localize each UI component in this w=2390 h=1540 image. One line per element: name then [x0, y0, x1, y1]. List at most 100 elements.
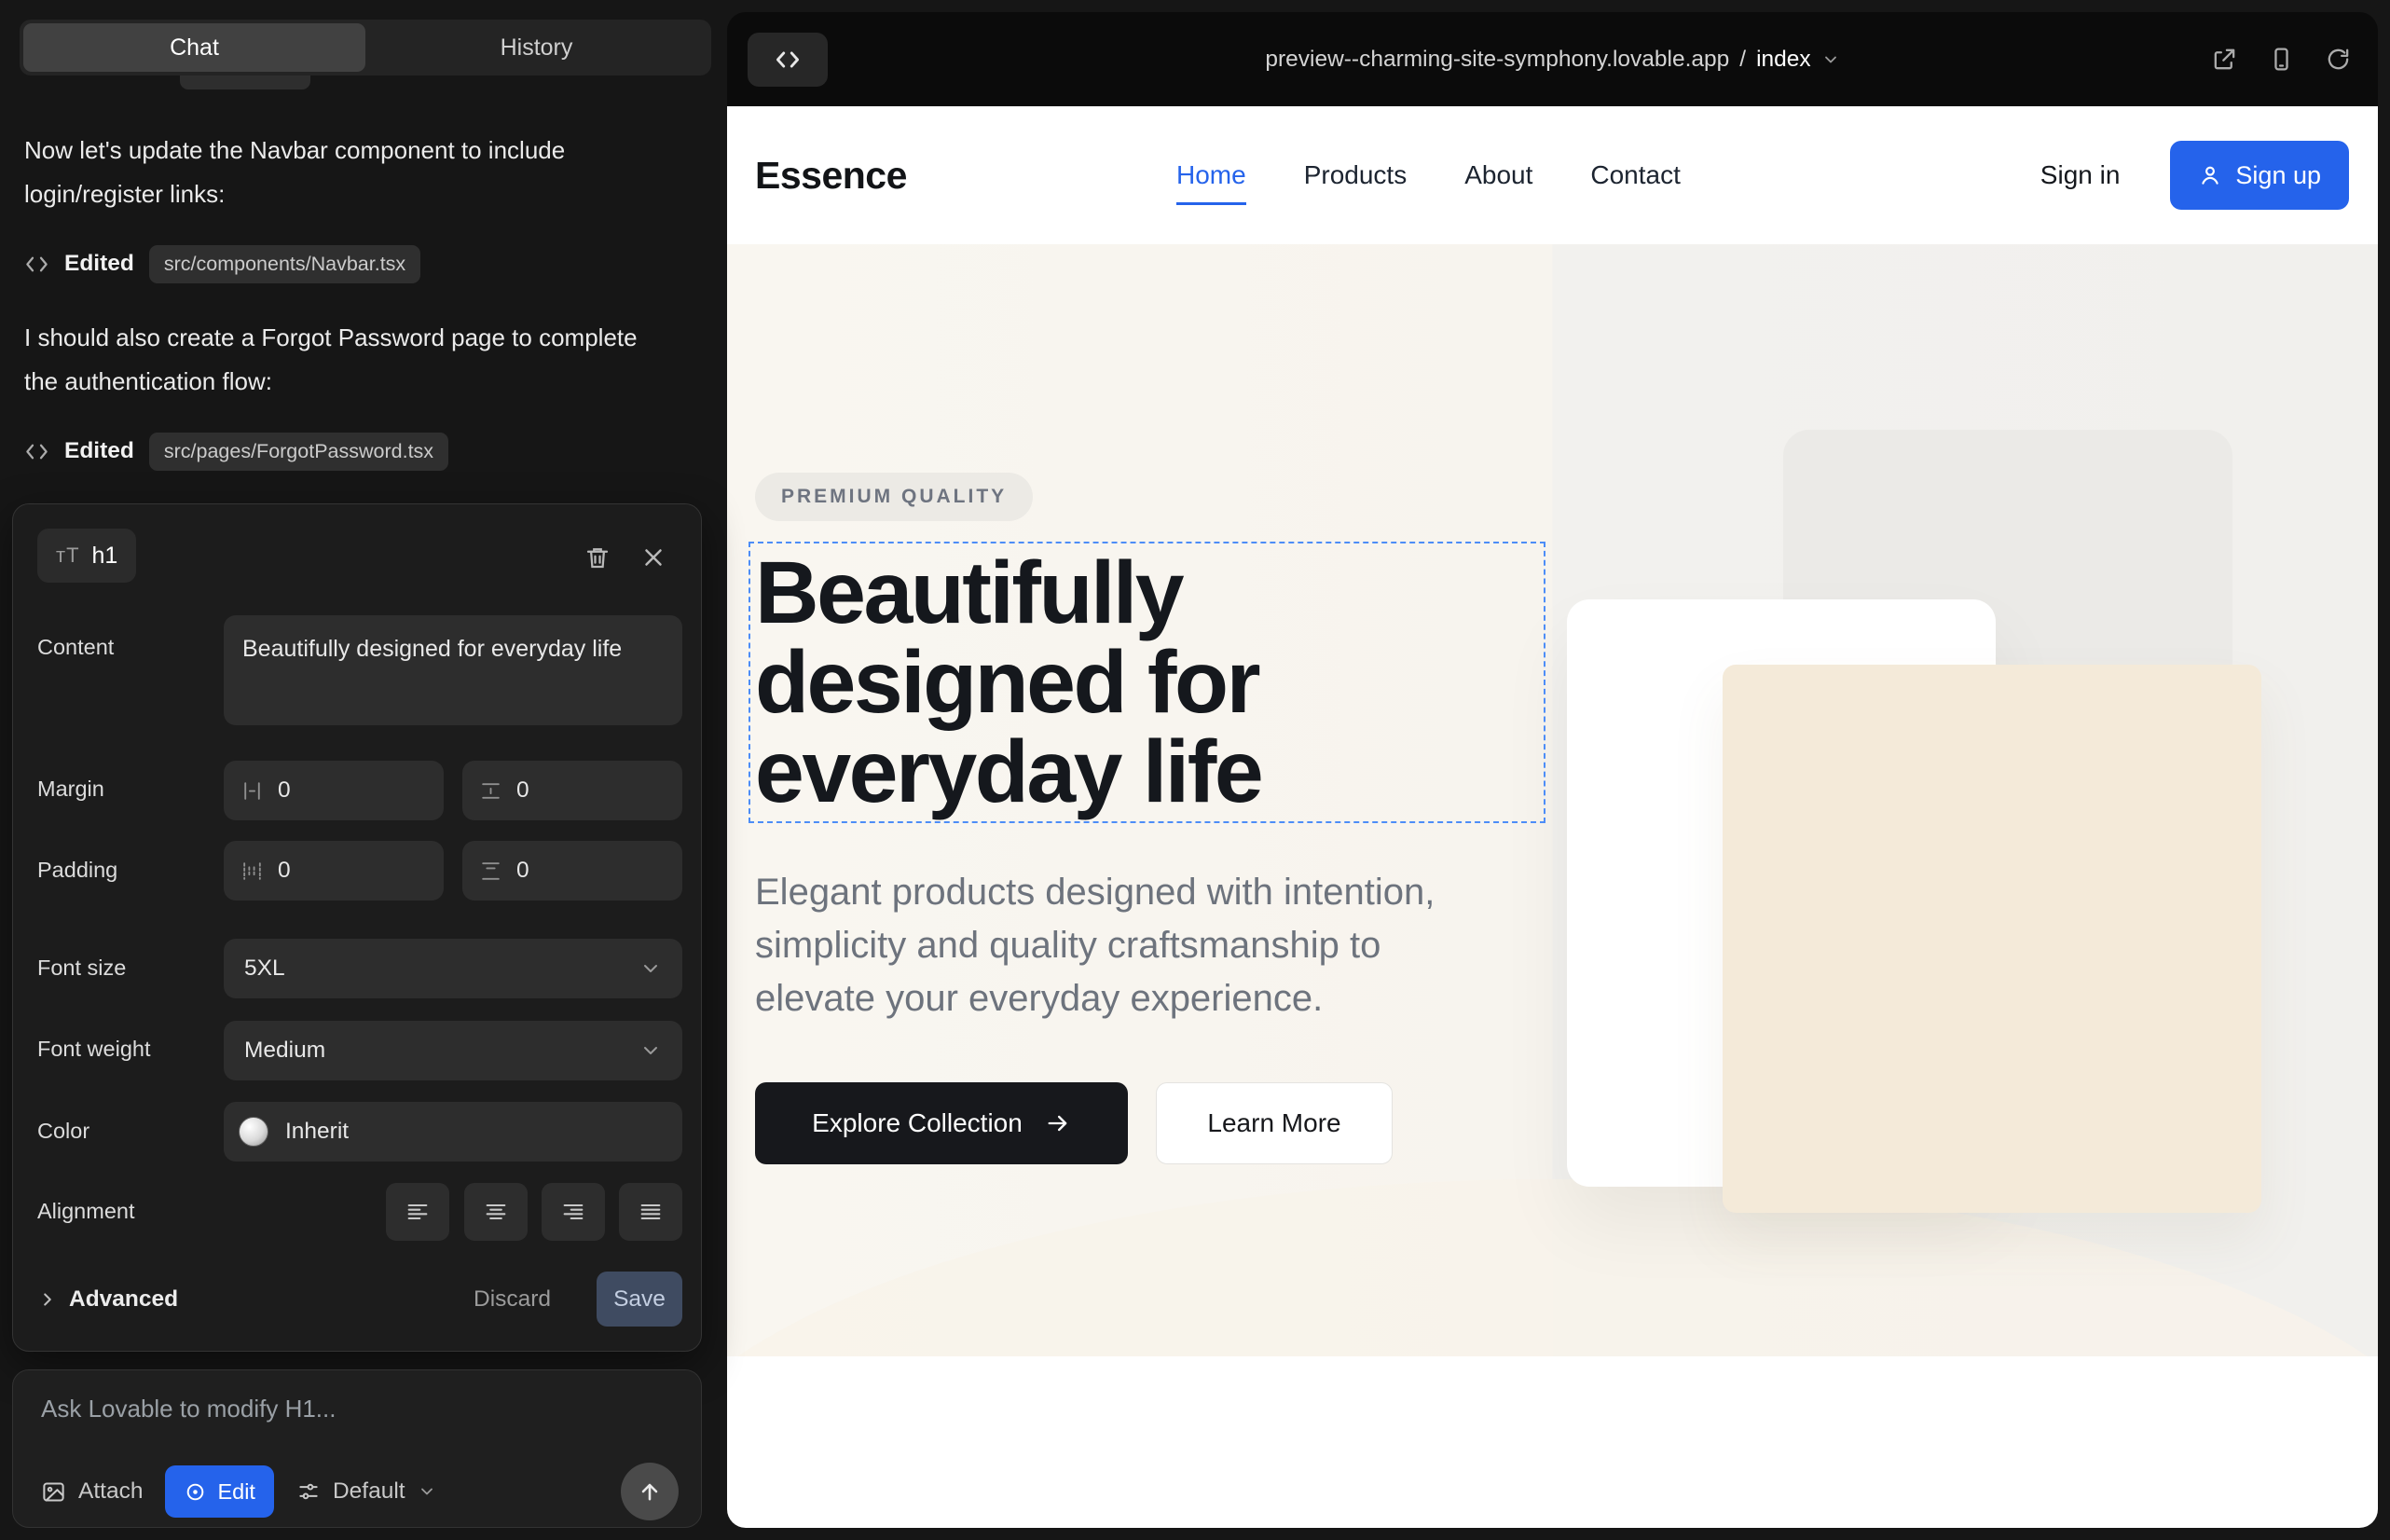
sliders-icon [296, 1479, 321, 1504]
font-size-value: 5XL [244, 956, 285, 982]
headline-line: everyday life [755, 727, 1261, 817]
url-path: index [1756, 47, 1811, 73]
align-right-button[interactable] [542, 1183, 605, 1241]
text-type-icon: ᴛT [56, 543, 80, 568]
padding-horizontal-icon [240, 859, 264, 883]
advanced-toggle[interactable]: Advanced [37, 1272, 178, 1327]
send-button[interactable] [621, 1463, 679, 1520]
file-chip-navbar[interactable]: src/components/Navbar.tsx [149, 245, 420, 283]
margin-horizontal-input[interactable]: 0 [224, 761, 444, 820]
margin-vertical-value: 0 [516, 777, 529, 804]
nav-link-home[interactable]: Home [1176, 160, 1246, 190]
code-icon [24, 439, 49, 464]
explore-collection-button[interactable]: Explore Collection [755, 1082, 1128, 1164]
discard-button[interactable]: Discard [474, 1272, 551, 1327]
explore-collection-label: Explore Collection [812, 1108, 1023, 1138]
open-external-icon[interactable] [2211, 46, 2238, 73]
font-weight-select[interactable]: Medium [224, 1021, 682, 1080]
element-editor-panel: ᴛT h1 Content Beautifully designed for e… [12, 503, 702, 1352]
model-selector[interactable]: Default [296, 1478, 436, 1505]
delete-element-button[interactable] [578, 538, 617, 577]
tab-history[interactable]: History [365, 23, 707, 72]
chat-input[interactable] [41, 1395, 619, 1423]
site-logo[interactable]: Essence [755, 106, 907, 244]
preview-browser-window: preview--charming-site-symphony.lovable.… [727, 12, 2378, 1528]
padding-horizontal-input[interactable]: 0 [224, 841, 444, 901]
save-button[interactable]: Save [597, 1272, 682, 1327]
chat-composer: Attach Edit Default [12, 1369, 702, 1528]
refresh-icon[interactable] [2325, 46, 2352, 73]
padding-horizontal-value: 0 [278, 858, 291, 884]
alignment-label: Alignment [37, 1199, 135, 1224]
chat-history-tabs: Chat History [20, 20, 711, 76]
chevron-down-icon [639, 1039, 662, 1062]
sign-up-label: Sign up [2235, 161, 2321, 190]
mobile-preview-icon[interactable] [2268, 46, 2295, 73]
edit-mode-button[interactable]: Edit [165, 1465, 274, 1518]
attach-label: Attach [78, 1478, 143, 1505]
nav-link-products[interactable]: Products [1304, 160, 1408, 190]
arrow-right-icon [1045, 1110, 1071, 1136]
user-icon [2198, 163, 2222, 187]
site-navbar: Essence Home Products About Contact Sign… [727, 106, 2378, 244]
assistant-message: Now let's update the Navbar component to… [24, 129, 639, 216]
close-editor-button[interactable] [634, 538, 673, 577]
align-center-button[interactable] [464, 1183, 528, 1241]
nav-link-about[interactable]: About [1464, 160, 1532, 190]
tab-chat[interactable]: Chat [23, 23, 365, 72]
font-size-label: Font size [37, 956, 126, 981]
hero-description: Elegant products designed with intention… [755, 866, 1491, 1025]
chevron-down-icon [1821, 50, 1840, 69]
url-separator: / [1739, 47, 1746, 73]
chevron-right-icon [37, 1289, 58, 1310]
hero-headline[interactable]: Beautifully designed for everyday life [755, 548, 1261, 817]
sign-up-button[interactable]: Sign up [2170, 141, 2349, 210]
edited-file-row: Edited src/components/Navbar.tsx [24, 242, 420, 285]
nav-link-contact[interactable]: Contact [1590, 160, 1681, 190]
site-nav-links: Home Products About Contact [1176, 106, 1681, 244]
hero-section: PREMIUM QUALITY Beautifully designed for… [727, 244, 2378, 1356]
padding-vertical-icon [479, 859, 502, 883]
color-swatch-icon [239, 1117, 268, 1147]
margin-vertical-input[interactable]: 0 [462, 761, 682, 820]
align-justify-button[interactable] [619, 1183, 682, 1241]
color-select[interactable]: Inherit [224, 1102, 682, 1162]
chevron-down-icon [418, 1482, 436, 1501]
font-weight-label: Font weight [37, 1037, 150, 1062]
align-left-button[interactable] [386, 1183, 449, 1241]
padding-label: Padding [37, 858, 117, 883]
color-label: Color [37, 1119, 89, 1144]
learn-more-button[interactable]: Learn More [1156, 1082, 1393, 1164]
element-tag-label: h1 [92, 543, 118, 570]
url-bar[interactable]: preview--charming-site-symphony.lovable.… [727, 12, 2378, 106]
premium-quality-badge: PREMIUM QUALITY [755, 473, 1033, 521]
edit-label: Edit [217, 1479, 255, 1505]
default-label: Default [333, 1478, 405, 1505]
image-icon [41, 1479, 66, 1505]
edited-label: Edited [64, 251, 134, 277]
margin-horizontal-value: 0 [278, 777, 291, 804]
font-size-select[interactable]: 5XL [224, 939, 682, 998]
margin-label: Margin [37, 777, 104, 802]
content-input[interactable]: Beautifully designed for everyday life [224, 615, 682, 725]
edited-label: Edited [64, 438, 134, 464]
assistant-message: I should also create a Forgot Password p… [24, 316, 639, 404]
padding-vertical-input[interactable]: 0 [462, 841, 682, 901]
arrow-up-icon [637, 1478, 663, 1505]
font-weight-value: Medium [244, 1038, 325, 1064]
chat-sidebar: Chat History Now let's update the Navbar… [0, 0, 727, 1540]
sign-in-link[interactable]: Sign in [2040, 160, 2121, 190]
margin-horizontal-icon [240, 779, 264, 803]
attach-button[interactable]: Attach [41, 1478, 143, 1505]
headline-line: designed for [755, 638, 1261, 727]
file-chip-forgot-password[interactable]: src/pages/ForgotPassword.tsx [149, 433, 448, 471]
content-label: Content [37, 635, 114, 660]
browser-actions [2211, 12, 2352, 106]
selected-element-tag: ᴛT h1 [37, 529, 136, 583]
composer-toolbar: Attach Edit Default [41, 1462, 679, 1521]
edit-target-icon [184, 1480, 207, 1504]
chevron-down-icon [639, 957, 662, 980]
color-value: Inherit [285, 1119, 349, 1145]
margin-vertical-icon [479, 779, 502, 803]
preview-url: preview--charming-site-symphony.lovable.… [1265, 47, 1729, 73]
